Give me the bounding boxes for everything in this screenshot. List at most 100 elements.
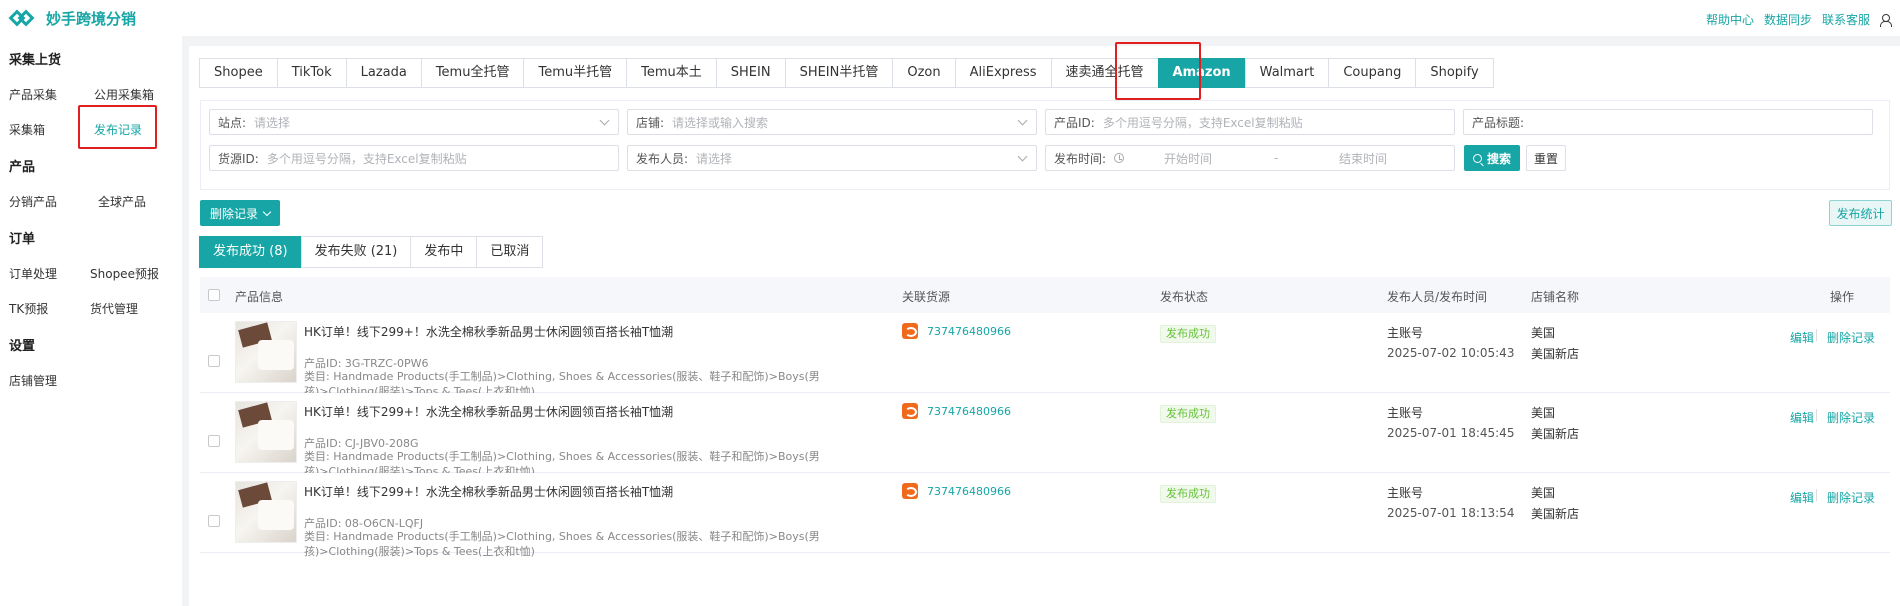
tab-shopify[interactable]: Shopify — [1415, 58, 1494, 88]
delete-record-button[interactable]: 删除记录 — [1827, 329, 1875, 346]
product-title[interactable]: HK订单！线下299+！水洗全棉秋季新品男士休闲圆领百搭长袖T恤潮 — [304, 403, 673, 420]
product-thumbnail[interactable] — [235, 321, 297, 383]
search-button-label: 搜索 — [1486, 151, 1511, 166]
publisher-label: 发布人员: — [636, 151, 689, 166]
col-source: 关联货源 — [902, 290, 951, 304]
tab-shein[interactable]: SHEIN — [715, 58, 786, 88]
table-header: 产品信息 关联货源 发布状态 发布人员/发布时间 店铺名称 操作 — [200, 277, 1890, 313]
sidebar-item-tk-forecast[interactable]: TK预报 — [9, 300, 48, 317]
tab-publish-failed[interactable]: 发布失败 (21) — [300, 236, 412, 268]
store-name: 美国新店 — [1531, 427, 1580, 441]
status-badge: 发布成功 — [1160, 405, 1216, 423]
tab-shopee[interactable]: Shopee — [199, 58, 278, 88]
store-region: 美国 — [1531, 486, 1556, 500]
edit-button[interactable]: 编辑 — [1790, 329, 1814, 346]
store-name: 美国新店 — [1531, 507, 1580, 521]
select-all-checkbox[interactable] — [208, 289, 220, 301]
product-title[interactable]: HK订单！线下299+！水洗全棉秋季新品男士休闲圆领百搭长袖T恤潮 — [304, 323, 673, 340]
store-label: 店铺: — [636, 115, 665, 130]
sidebar-item-shopee-forecast[interactable]: Shopee预报 — [90, 265, 159, 282]
filter-panel: 站点: 请选择 店铺: 请选择或输入搜索 产品ID: 多个用逗号分隔，支持Exc… — [200, 100, 1890, 190]
tab-shein-semi[interactable]: SHEIN半托管 — [784, 58, 894, 88]
tab-publish-success[interactable]: 发布成功 (8) — [199, 236, 302, 268]
main-content: Shopee TikTok Lazada Temu全托管 Temu半托管 Tem… — [189, 42, 1900, 606]
tab-aliexpress[interactable]: AliExpress — [954, 58, 1052, 88]
source-platform-icon — [902, 403, 918, 419]
row-checkbox[interactable] — [208, 515, 220, 527]
source-id-link[interactable]: 737476480966 — [927, 325, 1011, 338]
table-row: HK订单！线下299+！水洗全棉秋季新品男士休闲圆领百搭长袖T恤潮 产品ID: … — [200, 313, 1890, 398]
product-thumbnail[interactable] — [235, 481, 297, 543]
sidebar-item-cargo-manage[interactable]: 货代管理 — [90, 300, 138, 317]
tab-temu-semi[interactable]: Temu半托管 — [523, 58, 628, 88]
logo-icon — [8, 8, 36, 28]
search-button[interactable]: 搜索 — [1464, 145, 1520, 171]
delete-record-button[interactable]: 删除记录 — [1827, 409, 1875, 426]
tab-temu-full[interactable]: Temu全托管 — [420, 58, 525, 88]
highlight-box-amazon — [1115, 42, 1201, 100]
store-select[interactable]: 店铺: 请选择或输入搜索 — [627, 109, 1037, 135]
tab-lazada[interactable]: Lazada — [345, 58, 422, 88]
status-tabs: 发布成功 (8) 发布失败 (21) 发布中 已取消 — [199, 236, 544, 268]
sidebar-item-public-collect-box[interactable]: 公用采集箱 — [94, 86, 154, 103]
tab-coupang[interactable]: Coupang — [1328, 58, 1417, 88]
publisher-name: 主账号 — [1387, 326, 1424, 340]
row-checkbox[interactable] — [208, 355, 220, 367]
sidebar-group-collect: 采集上货 — [9, 53, 62, 68]
tab-temu-local[interactable]: Temu本土 — [626, 58, 717, 88]
source-id-link[interactable]: 737476480966 — [927, 405, 1011, 418]
source-id-label: 货源ID: — [218, 151, 259, 166]
chevron-down-icon — [1017, 151, 1028, 162]
contact-support-link[interactable]: 联系客服 — [1822, 11, 1870, 28]
tab-ozon[interactable]: Ozon — [892, 58, 956, 88]
tab-cancelled[interactable]: 已取消 — [476, 236, 544, 268]
product-thumbnail[interactable] — [235, 401, 297, 463]
row-checkbox[interactable] — [208, 435, 220, 447]
sidebar-group-order: 订单 — [9, 232, 36, 247]
sidebar-item-dist-product[interactable]: 分销产品 — [9, 193, 57, 210]
publisher-placeholder: 请选择 — [696, 151, 733, 166]
publish-time: 2025-07-02 10:05:43 — [1387, 346, 1515, 360]
product-category: 类目: Handmade Products(手工制品)>Clothing, Sh… — [304, 530, 820, 558]
sidebar-item-global-product[interactable]: 全球产品 — [98, 193, 146, 210]
delete-record-button[interactable]: 删除记录 — [1827, 489, 1875, 506]
sidebar-item-product-collect[interactable]: 产品采集 — [9, 86, 57, 103]
data-sync-link[interactable]: 数据同步 — [1764, 11, 1812, 28]
publisher-select[interactable]: 发布人员: 请选择 — [627, 145, 1037, 171]
product-title[interactable]: HK订单！线下299+！水洗全棉秋季新品男士休闲圆领百搭长袖T恤潮 — [304, 483, 673, 500]
product-id-label: 产品ID: — [1054, 115, 1095, 130]
tab-tiktok[interactable]: TikTok — [276, 58, 347, 88]
chevron-down-icon — [262, 207, 272, 216]
tab-publishing[interactable]: 发布中 — [410, 236, 478, 268]
sidebar-item-order-process[interactable]: 订单处理 — [9, 265, 57, 282]
site-select[interactable]: 站点: 请选择 — [209, 109, 619, 135]
search-icon — [1472, 153, 1482, 163]
end-time-placeholder: 结束时间 — [1339, 151, 1388, 166]
product-title-input[interactable]: 产品标题: — [1463, 109, 1873, 135]
tab-walmart[interactable]: Walmart — [1244, 58, 1330, 88]
start-time-placeholder: 开始时间 — [1164, 151, 1213, 166]
publish-time: 2025-07-01 18:45:45 — [1387, 426, 1515, 440]
product-id-input[interactable]: 产品ID: 多个用逗号分隔，支持Excel复制粘贴 — [1045, 109, 1455, 135]
store-placeholder: 请选择或输入搜索 — [672, 115, 769, 130]
publish-stats-button[interactable]: 发布统计 — [1829, 200, 1892, 226]
sidebar-group-settings: 设置 — [9, 339, 36, 354]
user-icon[interactable] — [1880, 13, 1892, 27]
help-center-link[interactable]: 帮助中心 — [1706, 11, 1754, 28]
sidebar-item-collect-box[interactable]: 采集箱 — [9, 121, 45, 138]
source-id-input[interactable]: 货源ID: 多个用逗号分隔，支持Excel复制粘贴 — [209, 145, 619, 171]
delete-records-dropdown[interactable]: 删除记录 — [200, 200, 280, 226]
source-id-link[interactable]: 737476480966 — [927, 485, 1011, 498]
reset-button[interactable]: 重置 — [1526, 145, 1566, 171]
edit-button[interactable]: 编辑 — [1790, 489, 1814, 506]
time-range-separator: - — [1274, 151, 1279, 165]
sidebar-item-store-manage[interactable]: 店铺管理 — [9, 372, 57, 389]
clock-icon — [1114, 153, 1125, 163]
logo[interactable]: 妙手跨境分销 — [8, 8, 136, 29]
publish-time-range[interactable]: 发布时间: 开始时间 - 结束时间 — [1045, 145, 1455, 171]
status-badge: 发布成功 — [1160, 325, 1216, 343]
col-product-info: 产品信息 — [235, 290, 284, 304]
delete-records-label: 删除记录 — [209, 206, 258, 221]
product-title-label: 产品标题: — [1472, 115, 1525, 130]
edit-button[interactable]: 编辑 — [1790, 409, 1814, 426]
